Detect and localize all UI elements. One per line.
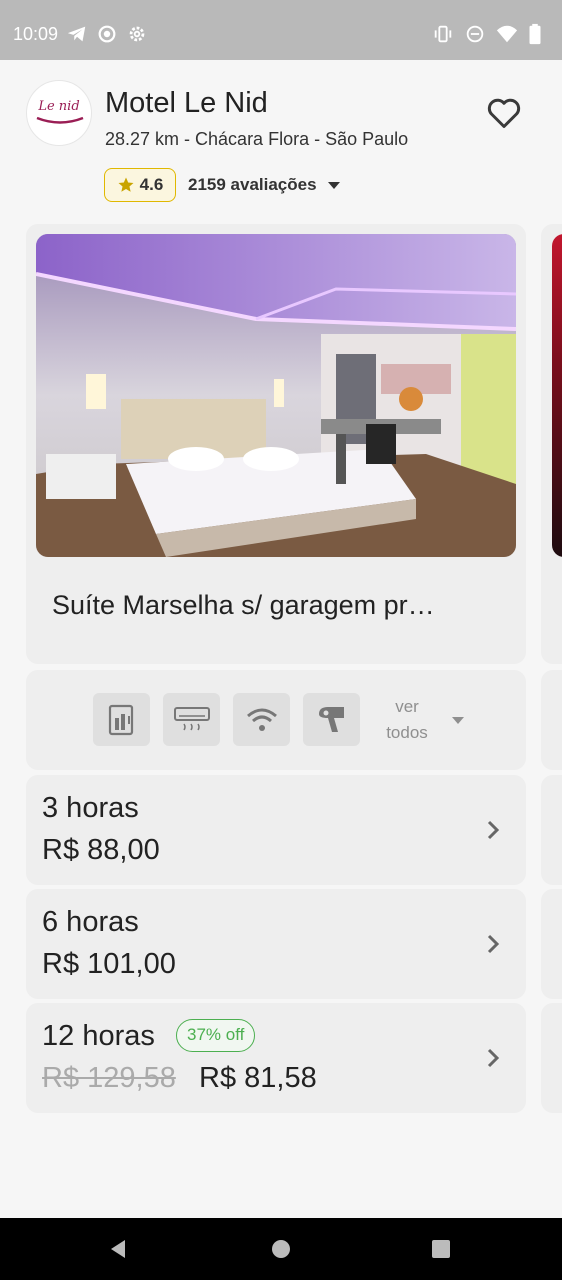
- price-old: R$ 129,58: [42, 1062, 176, 1094]
- amenity-frigobar: [93, 693, 150, 746]
- chevron-right-icon: [487, 934, 500, 954]
- wifi-icon: [246, 708, 277, 731]
- star-icon: [118, 177, 134, 192]
- status-time: 10:09: [13, 24, 59, 44]
- wifi-icon: [496, 23, 518, 45]
- price-duration: 6 horas: [42, 906, 139, 938]
- reviews-count: 2159 avaliações: [188, 175, 317, 194]
- next-price-card-1[interactable]: [541, 775, 562, 885]
- favorite-button[interactable]: [484, 93, 524, 133]
- chevron-right-icon: [487, 1048, 500, 1068]
- price-duration: 12 horas: [42, 1020, 155, 1052]
- price-option-12h[interactable]: 12 horas 37% off R$ 129,58 R$ 81,58: [26, 1003, 526, 1113]
- rating-value: 4.6: [139, 175, 164, 194]
- see-all-label: ver todos: [386, 696, 428, 742]
- next-price-card-2[interactable]: [541, 889, 562, 999]
- reviews-dropdown[interactable]: 2159 avaliações: [188, 175, 341, 195]
- caret-down-icon: [327, 182, 340, 189]
- suite-name: Suíte Marselha s/ garagem pr…: [52, 590, 435, 620]
- chevron-right-icon: [487, 820, 500, 840]
- logo-text: Le nid: [38, 99, 80, 114]
- motel-logo: Le nid: [26, 80, 92, 146]
- telegram-icon: [66, 23, 88, 45]
- rating-badge: 4.6: [104, 168, 176, 202]
- suite-photo: [36, 234, 516, 557]
- logo-swoosh-icon: [36, 116, 84, 124]
- navigation-bar: [0, 1218, 562, 1280]
- amenity-hair-dryer: [303, 693, 360, 746]
- next-price-card-3[interactable]: [541, 1003, 562, 1113]
- price-value: R$ 101,00: [42, 948, 176, 980]
- next-amenities-card: [541, 670, 562, 770]
- motel-name: Motel Le Nid: [105, 87, 268, 119]
- discount-badge: 37% off: [176, 1019, 256, 1052]
- hair-dryer-icon: [318, 706, 344, 732]
- amenity-wifi: [233, 693, 290, 746]
- price-option-3h[interactable]: 3 horas R$ 88,00: [26, 775, 526, 885]
- frigobar-icon: [108, 704, 133, 735]
- do-not-disturb-icon: [464, 23, 486, 45]
- price-duration: 3 horas: [42, 792, 139, 824]
- next-suite-photo: [552, 234, 562, 557]
- recents-button[interactable]: [429, 1237, 453, 1261]
- status-bar: 10:09: [0, 0, 562, 60]
- price-option-6h[interactable]: 6 horas R$ 101,00: [26, 889, 526, 999]
- heart-outline-icon: [487, 98, 521, 128]
- battery-icon: [528, 23, 550, 45]
- home-icon: [272, 1240, 290, 1258]
- vibrate-icon: [432, 23, 454, 45]
- motel-location: 28.27 km - Chácara Flora - São Paulo: [105, 129, 409, 149]
- home-button[interactable]: [269, 1237, 293, 1261]
- amenity-air-conditioner: [163, 693, 220, 746]
- recents-icon: [432, 1240, 450, 1258]
- suite-card[interactable]: Suíte Marselha s/ garagem pr…: [26, 224, 526, 664]
- next-suite-card[interactable]: [541, 224, 562, 664]
- settings-icon: [126, 23, 148, 45]
- back-button[interactable]: [106, 1237, 130, 1261]
- amenities-card: ver todos: [26, 670, 526, 770]
- record-icon: [96, 23, 118, 45]
- caret-down-icon: [452, 716, 464, 724]
- price-value: R$ 81,58: [199, 1062, 317, 1094]
- price-value: R$ 88,00: [42, 834, 160, 866]
- see-all-amenities[interactable]: ver todos: [377, 694, 465, 746]
- back-icon: [111, 1240, 125, 1258]
- air-conditioner-icon: [173, 706, 210, 730]
